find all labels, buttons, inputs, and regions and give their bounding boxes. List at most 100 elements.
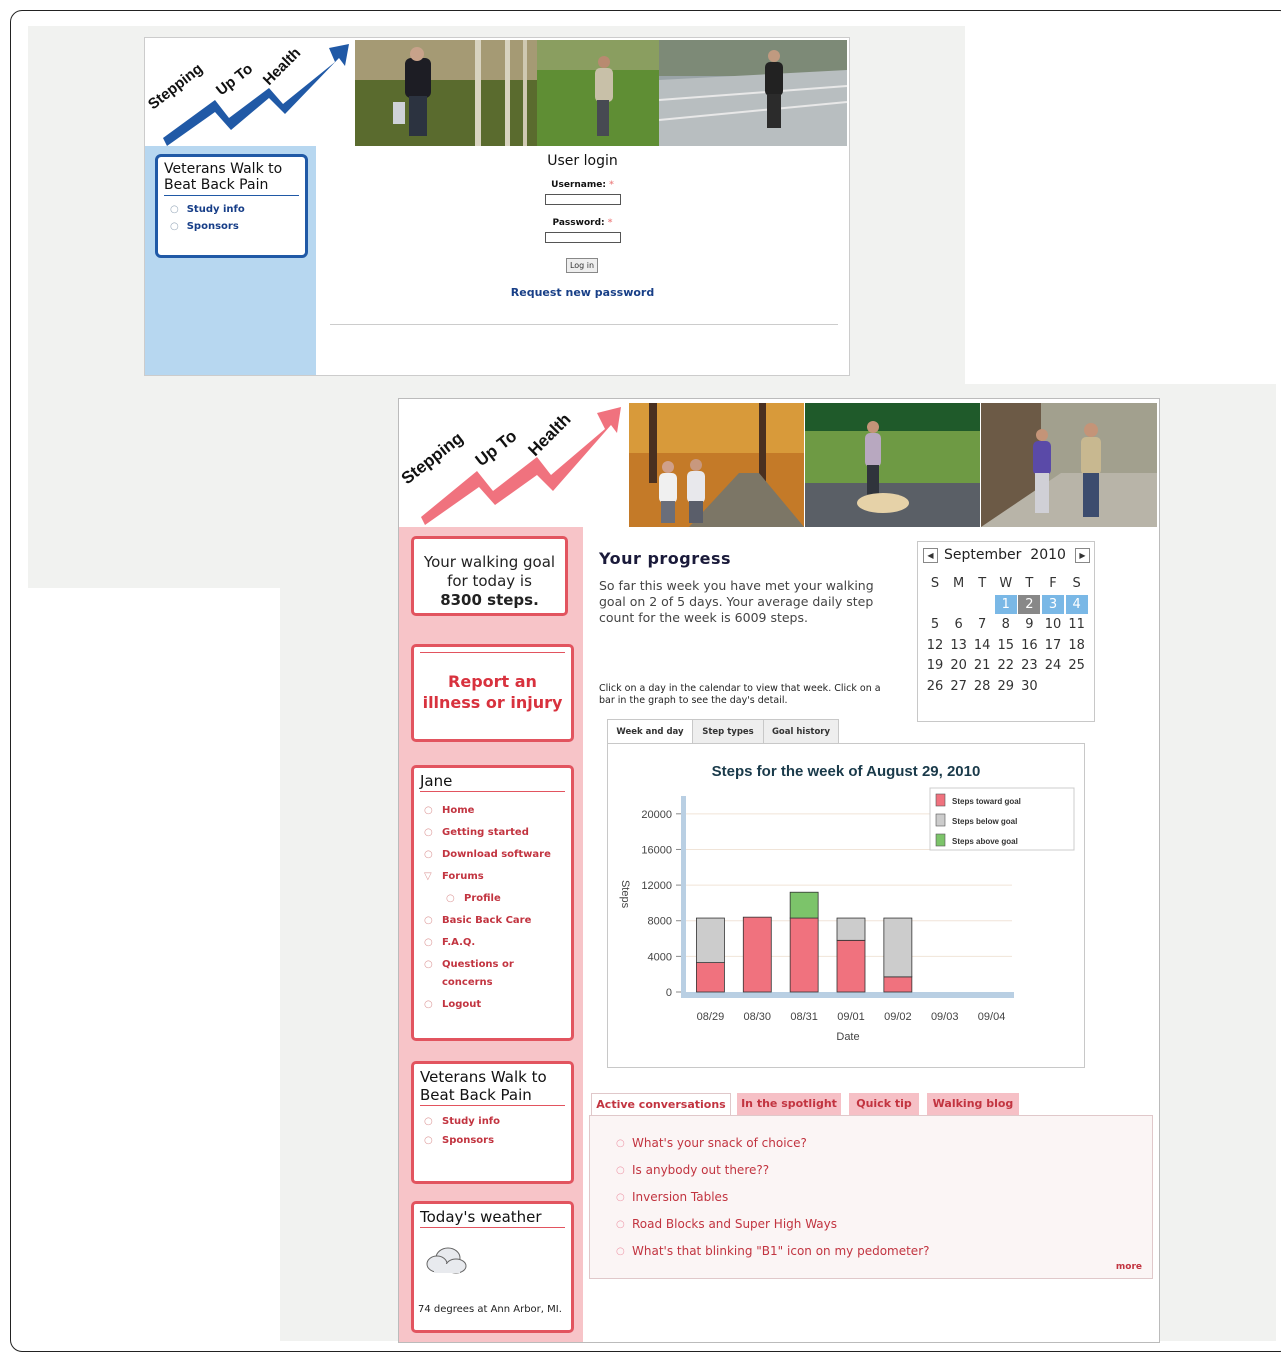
calendar-day[interactable]: 14 [971,636,993,655]
nav-profile[interactable]: ○ Profile [424,890,571,908]
password-label: Password: * [552,218,613,228]
progress-title: Your progress [599,549,732,568]
calendar-day[interactable]: 25 [1066,656,1088,675]
calendar-day[interactable]: 23 [1018,656,1040,675]
calendar-day[interactable]: 17 [1042,636,1064,655]
study-box: Veterans Walk to Beat Back Pain ○ Study i… [155,154,308,258]
tab-walking-blog[interactable]: Walking blog [927,1093,1019,1115]
photo-man-walking-bridge [659,40,847,146]
x-tick-label: 08/31 [790,1011,818,1023]
weekday-header: W [999,576,1013,591]
legend-swatch [935,813,946,827]
prev-arrow-icon[interactable]: ◀ [923,548,938,563]
tab-quick-tip[interactable]: Quick tip [849,1093,919,1115]
veterans-box-title: Veterans Walk to Beat Back Pain [420,1068,565,1106]
report-illness-box[interactable]: Report an illness or injury [411,644,574,742]
y-tick-label: 4000 [648,951,672,963]
bullet-icon: ○ [616,1246,625,1257]
more-link[interactable]: more [1116,1262,1142,1272]
bar-segment[interactable] [696,917,725,964]
tab-goal-history[interactable]: Goal history [763,719,839,745]
bar-segment[interactable] [836,939,866,993]
calendar-day[interactable]: 1 [994,594,1017,614]
sponsors-link[interactable]: ○ Sponsors [424,1135,571,1146]
legend-swatch [935,793,946,807]
weather-text: 74 degrees at Ann Arbor, MI. [418,1304,562,1315]
login-button[interactable]: Log in [566,258,598,273]
weekday-header: S [1072,576,1081,591]
conversation-item[interactable]: ○ What's your snack of choice? [616,1130,1152,1157]
bar-segment[interactable] [836,917,866,941]
weekday-header: M [952,576,965,591]
tab-step-types[interactable]: Step types [692,719,764,745]
next-arrow-icon[interactable]: ▶ [1075,548,1090,563]
calendar-day[interactable]: 10 [1042,615,1064,634]
calendar-day[interactable]: 16 [1018,636,1040,655]
nav-download-software[interactable]: ○ Download software [424,846,571,864]
conversation-item[interactable]: ○ What's that blinking "B1" icon on my pe… [616,1238,1152,1265]
calendar-day[interactable]: 22 [995,656,1017,675]
study-info-link[interactable]: ○ Study info [170,204,305,215]
tab-week-and-day[interactable]: Week and day [607,719,693,745]
bar-segment[interactable] [696,962,725,993]
bar-segment[interactable] [789,891,819,919]
nav-questions[interactable]: ○ Questions or concerns [424,956,571,992]
conversation-item[interactable]: ○ Is anybody out there?? [616,1157,1152,1184]
calendar-day[interactable]: 29 [995,677,1017,696]
bullet-icon: ○ [616,1192,625,1203]
report-illness-link[interactable]: Report an illness or injury [414,671,571,713]
tab-in-the-spotlight[interactable]: In the spotlight [737,1093,841,1115]
calendar-day[interactable]: 6 [948,615,970,634]
nav-home[interactable]: ○ Home [424,802,571,820]
photo-two-women-autumn-path [629,403,804,527]
nav-getting-started[interactable]: ○ Getting started [424,824,571,842]
walking-goal-box: Your walking goal for today is 8300 step… [411,536,568,616]
calendar-day[interactable]: 2 [1018,594,1041,614]
username-input[interactable] [545,194,621,205]
password-input[interactable] [545,232,621,243]
y-tick-label: 0 [666,987,672,999]
bar-segment[interactable] [883,976,913,993]
calendar-day[interactable]: 15 [995,636,1017,655]
calendar-day[interactable]: 30 [1018,677,1040,696]
bar-segment[interactable] [883,917,913,978]
calendar-day[interactable]: 9 [1018,615,1040,634]
calendar-day[interactable]: 7 [971,615,993,634]
calendar-day[interactable]: 8 [995,615,1017,634]
nav-faq[interactable]: ○ F.A.Q. [424,934,571,952]
bullet-icon: ○ [424,999,433,1010]
legend-label: Steps below goal [952,817,1017,826]
calendar-day[interactable]: 11 [1066,615,1088,634]
calendar-day[interactable]: 24 [1042,656,1064,675]
sponsors-link[interactable]: ○ Sponsors [170,221,305,232]
bar-segment[interactable] [789,917,819,993]
calendar-day[interactable]: 13 [948,636,970,655]
login-page: Stepping Up To Health Veterans Walk to B… [144,37,850,376]
calendar-day[interactable]: 27 [948,677,970,696]
calendar-day[interactable]: 20 [948,656,970,675]
chart-title: Steps for the week of August 29, 2010 [712,763,981,780]
conversation-item[interactable]: ○ Road Blocks and Super High Ways [616,1211,1152,1238]
study-info-link[interactable]: ○ Study info [424,1116,571,1127]
veterans-box: Veterans Walk to Beat Back Pain ○ Study i… [411,1061,574,1184]
dashboard-page: Stepping Up To Health Your walking goal … [398,398,1160,1343]
calendar-day[interactable]: 3 [1042,594,1064,614]
bar-segment[interactable] [742,916,772,993]
nav-basic-back-care[interactable]: ○ Basic Back Care [424,912,571,930]
nav-logout[interactable]: ○ Logout [424,996,571,1014]
request-password-link[interactable]: Request new password [316,286,849,299]
progress-text: So far this week you have met your walki… [599,578,874,625]
calendar-day[interactable]: 28 [971,677,993,696]
calendar-day[interactable]: 12 [924,636,946,655]
conversation-item[interactable]: ○ Inversion Tables [616,1184,1152,1211]
expanded-triangle-icon: ▽ [424,871,432,882]
calendar-day[interactable]: 19 [924,656,946,675]
nav-forums[interactable]: ▽ Forums [424,868,571,886]
y-tick-label: 12000 [641,880,672,892]
tab-active-conversations[interactable]: Active conversations [591,1093,731,1116]
calendar-day[interactable]: 5 [924,615,946,634]
calendar-day[interactable]: 21 [971,656,993,675]
calendar-day[interactable]: 18 [1066,636,1088,655]
calendar-day[interactable]: 4 [1065,594,1088,614]
calendar-day[interactable]: 26 [924,677,946,696]
